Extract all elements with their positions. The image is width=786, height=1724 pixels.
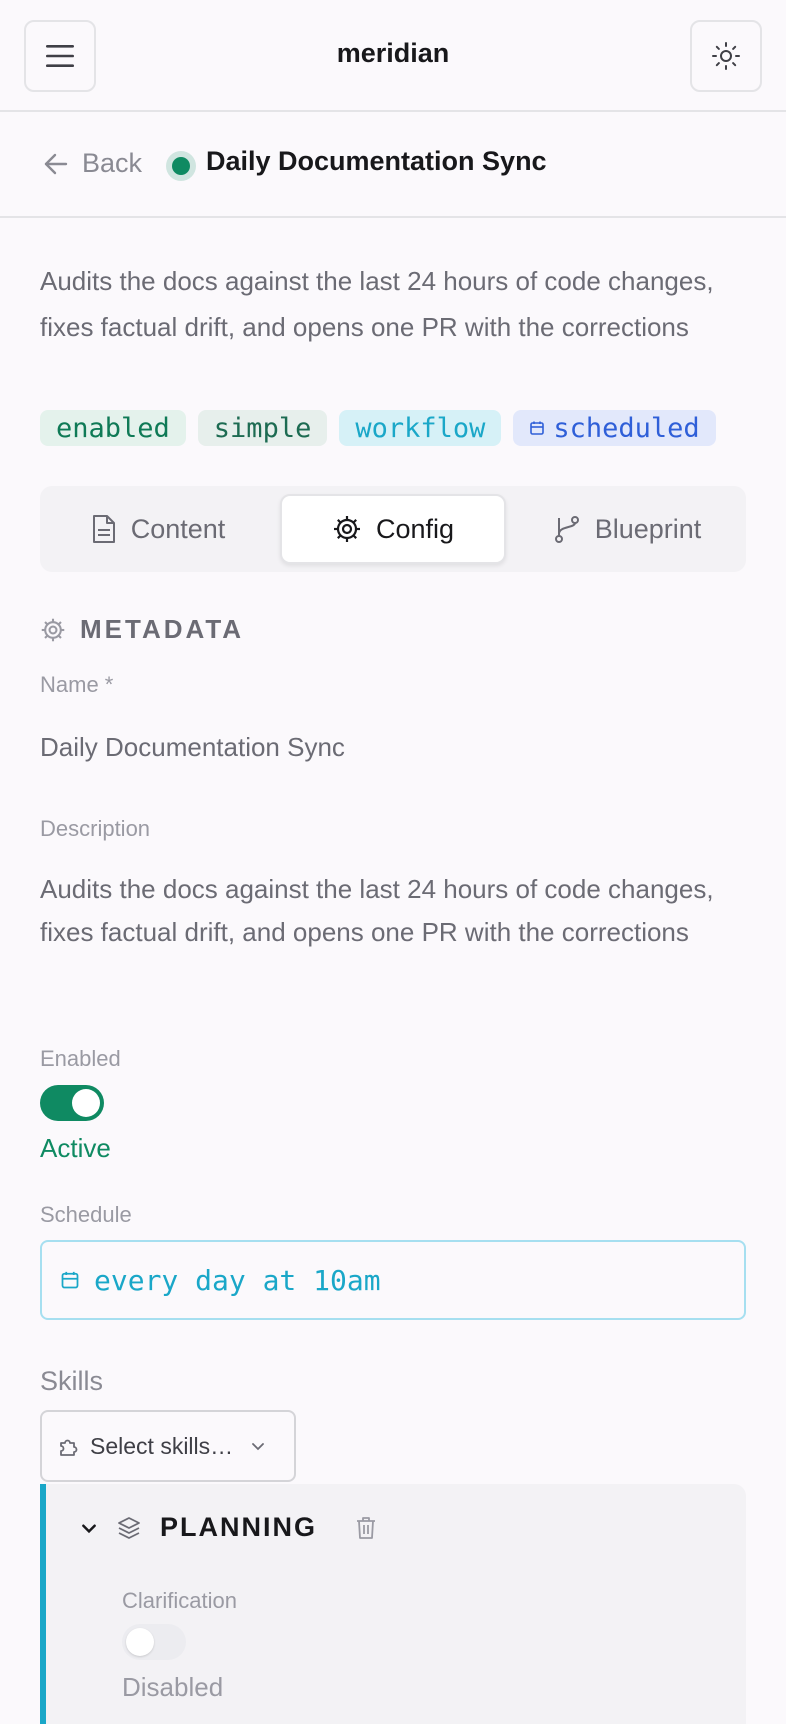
trash-icon[interactable] [355, 1516, 377, 1540]
tab-content[interactable]: Content [48, 494, 268, 564]
theme-toggle-button[interactable] [690, 20, 762, 92]
calendar-icon [530, 421, 545, 435]
planning-card: PLANNING Clarification Disabled [40, 1484, 746, 1724]
back-button[interactable]: Back [42, 148, 142, 179]
gear-icon [333, 516, 360, 542]
description-label: Description [40, 816, 151, 841]
skills-select[interactable]: Select skills… [40, 1410, 296, 1482]
calendar-icon [61, 1271, 79, 1289]
skills-select-placeholder: Select skills… [90, 1432, 234, 1459]
tab-bar: Content Config Blueprint [40, 486, 746, 572]
layers-icon [118, 1516, 140, 1539]
back-label: Back [82, 148, 143, 178]
branch-icon [554, 516, 579, 543]
name-field[interactable]: Daily Documentation Sync [40, 732, 345, 763]
tab-config[interactable]: Config [280, 494, 506, 564]
tab-blueprint[interactable]: Blueprint [516, 494, 738, 564]
tag-scheduled: scheduled [513, 410, 716, 446]
sun-icon [712, 42, 740, 70]
clarification-state-text: Disabled [122, 1672, 224, 1702]
tag-enabled: enabled [40, 410, 186, 446]
enabled-toggle[interactable] [40, 1085, 104, 1121]
name-label: Name * [40, 672, 114, 697]
arrow-left-icon [44, 153, 68, 174]
top-bar: meridian [0, 0, 786, 112]
planning-title: PLANNING [160, 1512, 317, 1542]
chevron-down-icon [252, 1443, 264, 1451]
tag-simple: simple [197, 410, 328, 446]
clarification-label: Clarification [122, 1588, 237, 1613]
page-title: Daily Documentation Sync [206, 146, 547, 176]
app-title: meridian [336, 38, 450, 68]
document-icon [92, 515, 115, 543]
enabled-state-text: Active [40, 1133, 111, 1163]
skills-label: Skills [40, 1366, 104, 1396]
tag-workflow: workflow [339, 410, 502, 446]
enabled-label: Enabled [40, 1046, 121, 1071]
clarification-toggle[interactable] [122, 1624, 186, 1660]
tag-list: enabled simple workflow scheduled [40, 410, 716, 446]
gear-icon [41, 618, 65, 641]
schedule-input[interactable]: every day at 10am [40, 1240, 746, 1320]
chevron-down-icon[interactable] [80, 1519, 98, 1537]
status-dot [172, 157, 190, 175]
toggle-knob [72, 1089, 100, 1117]
description-field[interactable]: Audits the docs against the last 24 hour… [40, 868, 740, 954]
puzzle-icon [60, 1439, 78, 1456]
workflow-description: Audits the docs against the last 24 hour… [40, 266, 714, 342]
planning-header[interactable]: PLANNING [80, 1512, 377, 1543]
page-header: Back Daily Documentation Sync [0, 112, 786, 218]
metadata-section-title: METADATA [40, 614, 244, 645]
schedule-label: Schedule [40, 1202, 132, 1227]
toggle-knob [126, 1628, 154, 1656]
